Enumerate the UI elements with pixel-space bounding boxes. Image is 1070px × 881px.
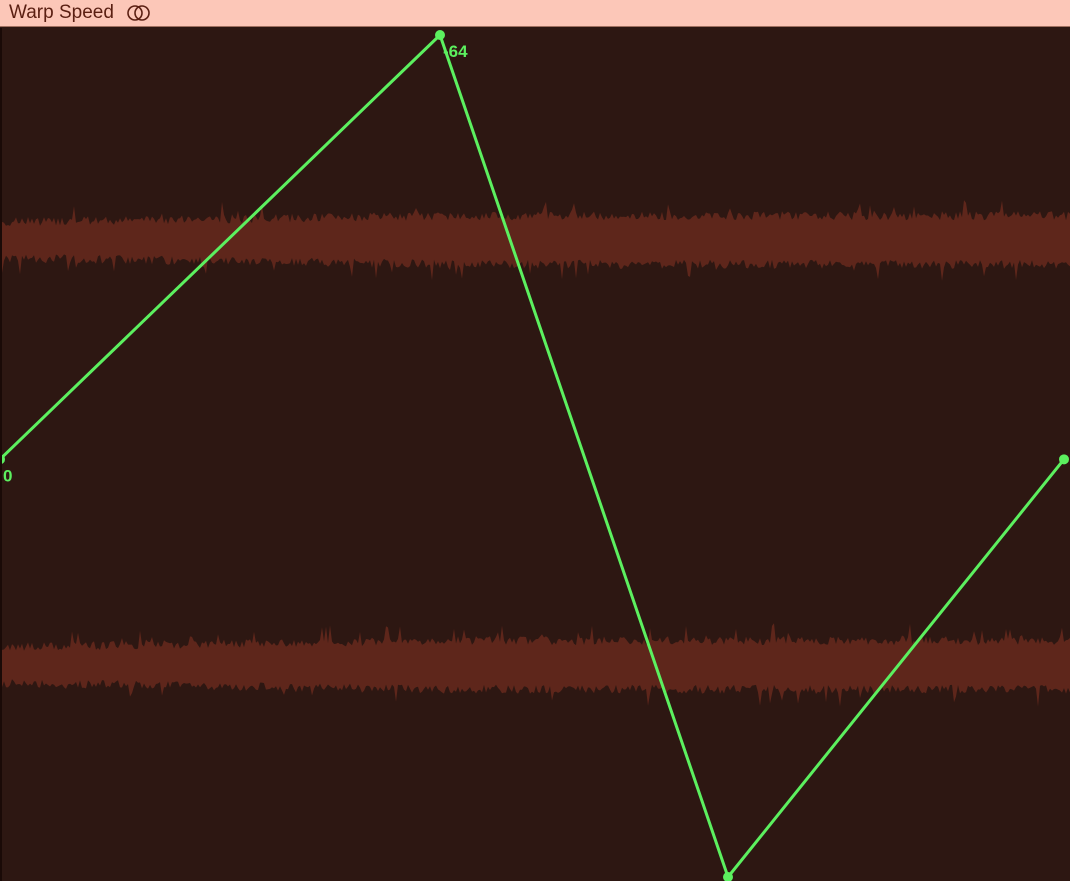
automation-line[interactable]	[0, 33, 1066, 879]
automation-node[interactable]	[1059, 454, 1069, 465]
automation-curve[interactable]: 0-64+63	[0, 30, 1069, 881]
waveform-channel	[0, 200, 1070, 281]
region-left-edge	[0, 28, 2, 881]
waveform-channel	[0, 623, 1070, 707]
automation-value-label: 0	[3, 466, 12, 485]
region-header[interactable]: Warp Speed	[0, 0, 1070, 27]
automation-editor[interactable]: 0-64+63	[0, 28, 1070, 881]
loop-rings-icon[interactable]	[126, 4, 152, 22]
automation-value-label: -64	[443, 42, 468, 61]
region-name: Warp Speed	[9, 2, 114, 23]
audio-waveform	[0, 200, 1070, 707]
automation-node[interactable]	[435, 30, 445, 40]
